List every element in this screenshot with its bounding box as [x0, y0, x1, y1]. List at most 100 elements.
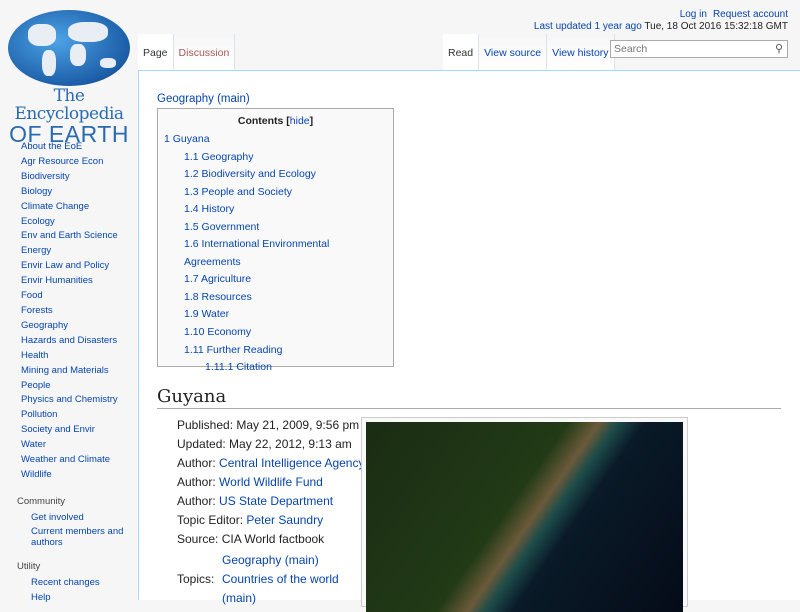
toc-text[interactable]: Water [202, 308, 230, 320]
source: Source: CIA World factbook [177, 532, 325, 546]
sidebar-item-geography[interactable]: Geography [0, 319, 138, 334]
toc-number[interactable]: 1.7 [184, 273, 199, 285]
toc-text[interactable]: International Environmental Agreements [184, 238, 329, 268]
toc-number[interactable]: 1.11 [184, 344, 204, 356]
sidebar-item-weather-and-climate[interactable]: Weather and Climate [0, 453, 138, 468]
toc-entry[interactable]: 1.11 Further Reading [164, 342, 387, 360]
sidebar-item-get-involved[interactable]: Get involved [0, 512, 138, 524]
sidebar-item-people[interactable]: People [0, 379, 138, 394]
sidebar-item-health[interactable]: Health [0, 349, 138, 364]
sidebar-item-pollution[interactable]: Pollution [0, 408, 138, 423]
toc-text[interactable]: Economy [207, 326, 251, 338]
toc-entry[interactable]: 1.8 Resources [164, 289, 387, 307]
utility-heading: Utility [17, 561, 41, 573]
tab-read[interactable]: Read [443, 34, 480, 70]
article-infobox: Published: May 21, 2009, 9:56 pm Updated… [177, 416, 364, 608]
toc-hide-link[interactable]: hide [290, 115, 310, 127]
sidebar: About the EoE Agr Resource Econ Biodiversi… [0, 140, 138, 603]
toc-number[interactable]: 1.6 [184, 238, 199, 250]
toc-entry[interactable]: 1.1 Geography [164, 149, 387, 167]
toc-text[interactable]: Agriculture [201, 273, 251, 285]
sidebar-item-envir-law-and-policy[interactable]: Envir Law and Policy [0, 259, 138, 274]
toc-number[interactable]: 1.4 [184, 203, 199, 215]
sidebar-item-biology[interactable]: Biology [0, 185, 138, 200]
toc-entry[interactable]: 1.5 Government [164, 219, 387, 237]
page-title: Guyana [157, 386, 781, 409]
sidebar-item-physics-and-chemistry[interactable]: Physics and Chemistry [0, 393, 138, 408]
author-link[interactable]: Central Intelligence Agency [219, 456, 364, 470]
logo[interactable]: The Encyclopedia OF EARTH [4, 10, 134, 146]
sidebar-item-energy[interactable]: Energy [0, 244, 138, 259]
published-date: Published: May 21, 2009, 9:56 pm [177, 418, 360, 432]
community-heading: Community [17, 495, 66, 507]
toc-entry[interactable]: 1.4 History [164, 201, 387, 219]
tab-page[interactable]: Page [138, 34, 174, 70]
topic-editor-link[interactable]: Peter Saundry [246, 513, 323, 527]
toc-entry[interactable]: 1.7 Agriculture [164, 271, 387, 289]
tab-view-source[interactable]: View source [479, 34, 548, 70]
request-account-link[interactable]: Request account [713, 9, 788, 20]
personal-tools: Log in Request account Last updated 1 yea… [528, 9, 788, 33]
sidebar-item-envir-humanities[interactable]: Envir Humanities [0, 274, 138, 289]
toc-text[interactable]: Geography [202, 151, 254, 163]
sidebar-item-biodiversity[interactable]: Biodiversity [0, 170, 138, 185]
toc-number[interactable]: 1.2 [184, 168, 199, 180]
toc-number[interactable]: 1.11.1 [205, 361, 233, 373]
toc-entry[interactable]: 1.10 Economy [164, 324, 387, 342]
toc-entry[interactable]: 1.3 People and Society [164, 184, 387, 202]
sidebar-item-forests[interactable]: Forests [0, 304, 138, 319]
toc-title: Contents [237, 115, 284, 127]
last-updated-link[interactable]: Last updated 1 year ago [534, 21, 642, 32]
sidebar-item-food[interactable]: Food [0, 289, 138, 304]
tab-discussion[interactable]: Discussion [173, 34, 236, 70]
toc-number[interactable]: 1 [164, 133, 170, 145]
tab-view-history[interactable]: View history [547, 34, 615, 70]
sidebar-item-agr-resource-econ[interactable]: Agr Resource Econ [0, 155, 138, 170]
toc-number[interactable]: 1.9 [184, 308, 199, 320]
sidebar-item-wildlife[interactable]: Wildlife [0, 468, 138, 483]
toc-entry[interactable]: 1.2 Biodiversity and Ecology [164, 166, 387, 184]
toc-number[interactable]: 1.1 [184, 151, 199, 163]
sidebar-item-help[interactable]: Help [0, 592, 138, 604]
sidebar-item-hazards-and-disasters[interactable]: Hazards and Disasters [0, 334, 138, 349]
toc-entry[interactable]: 1.11.1 Citation [164, 359, 387, 377]
sidebar-item-env-and-earth-science[interactable]: Env and Earth Science [0, 229, 138, 244]
toc-text[interactable]: Government [202, 221, 260, 233]
login-link[interactable]: Log in [680, 9, 707, 20]
globe-icon [8, 10, 130, 86]
sidebar-item-society-and-envir[interactable]: Society and Envir [0, 423, 138, 438]
logo-text: The Encyclopedia [14, 86, 124, 124]
sidebar-item-ecology[interactable]: Ecology [0, 215, 138, 230]
toc-text[interactable]: People and Society [202, 186, 292, 198]
toc-text[interactable]: History [202, 203, 235, 215]
toc-text[interactable]: Further Reading [207, 344, 283, 356]
author-label: Author: [177, 475, 216, 489]
toc-text[interactable]: Biodiversity and Ecology [202, 168, 316, 180]
satellite-image[interactable] [366, 422, 683, 612]
toc-entry[interactable]: 1.6 International Environmental Agreemen… [164, 236, 387, 271]
breadcrumb[interactable]: Geography (main) [157, 93, 250, 105]
toc-number[interactable]: 1.3 [184, 186, 199, 198]
search-icon[interactable]: ⚲ [775, 42, 783, 55]
toc-text[interactable]: Citation [236, 361, 272, 373]
sidebar-item-mining-and-materials[interactable]: Mining and Materials [0, 364, 138, 379]
topic-link[interactable]: Geography (main) [222, 551, 347, 570]
toc-text[interactable]: Resources [202, 291, 252, 303]
toc-number[interactable]: 1.10 [184, 326, 204, 338]
toc-entry[interactable]: 1 Guyana [164, 131, 387, 149]
topics-label: Topics: [177, 572, 215, 586]
toc-number[interactable]: 1.5 [184, 221, 199, 233]
sidebar-item-recent-changes[interactable]: Recent changes [0, 578, 138, 589]
toc-number[interactable]: 1.8 [184, 291, 199, 303]
sidebar-item-climate-change[interactable]: Climate Change [0, 200, 138, 215]
toc-text[interactable]: Guyana [173, 133, 210, 145]
sidebar-item-water[interactable]: Water [0, 438, 138, 453]
sidebar-item-current-members[interactable]: Current members and authors [0, 527, 138, 548]
author-link[interactable]: World Wildlife Fund [219, 475, 323, 489]
sidebar-item-about-the-eoe[interactable]: About the EoE [0, 140, 138, 155]
toc-entry[interactable]: 1.9 Water [164, 306, 387, 324]
author-link[interactable]: US State Department [219, 494, 333, 508]
topic-link[interactable]: Countries of the world (main) [222, 570, 347, 608]
search-input[interactable]: Search ⚲ [610, 40, 788, 58]
image-thumbnail [361, 417, 688, 612]
